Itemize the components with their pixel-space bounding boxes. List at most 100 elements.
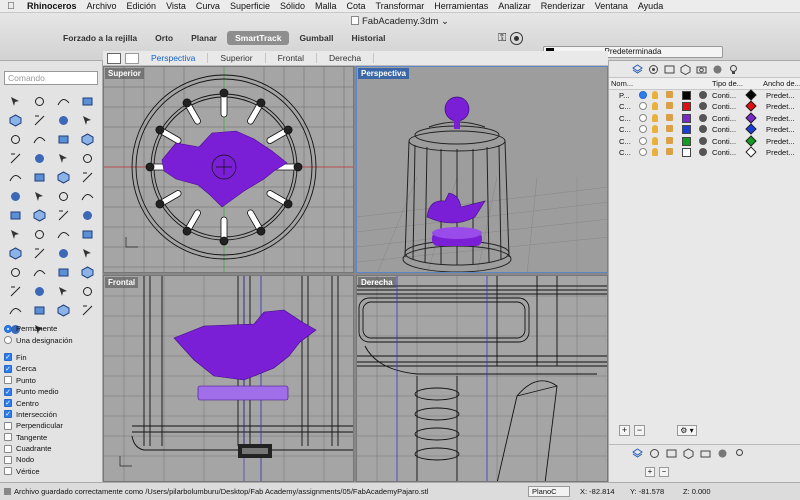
arc-icon[interactable]: [75, 111, 99, 130]
light-icon[interactable]: [75, 263, 99, 282]
analysis-icon[interactable]: [51, 263, 75, 282]
lock-icon[interactable]: [666, 147, 673, 155]
apple-icon[interactable]: : [0, 1, 22, 12]
gumball-toggle[interactable]: Gumball: [291, 31, 341, 45]
menu-superficie[interactable]: Superficie: [225, 1, 275, 11]
cylinder-icon[interactable]: [75, 168, 99, 187]
offset-icon[interactable]: [75, 130, 99, 149]
tab-frontal[interactable]: Frontal: [266, 53, 318, 63]
col-width[interactable]: Ancho de...: [763, 79, 800, 88]
record-icon[interactable]: [510, 32, 524, 45]
light-icon[interactable]: [727, 63, 739, 75]
box-icon[interactable]: [27, 168, 51, 187]
osnap-option[interactable]: ✓ Punto medio: [4, 386, 100, 397]
menu-ayuda[interactable]: Ayuda: [633, 1, 668, 11]
linetype-cell[interactable]: Conti...: [712, 102, 736, 111]
linetype-cell[interactable]: Conti...: [712, 114, 736, 123]
properties-icon[interactable]: [647, 63, 659, 75]
hatch-icon[interactable]: [27, 263, 51, 282]
print-width-cell[interactable]: Predet...: [766, 137, 795, 146]
cplane-select[interactable]: PlanoC: [528, 486, 570, 497]
layer-options-button[interactable]: ⚙ ▾: [677, 425, 697, 436]
paint-icon[interactable]: [51, 301, 75, 320]
panel-remove-button[interactable]: −: [659, 467, 669, 477]
linetype-cell[interactable]: Conti...: [712, 148, 736, 157]
move-icon[interactable]: [51, 206, 75, 225]
panel-add-button[interactable]: +: [645, 467, 655, 477]
visibility-bulb-icon[interactable]: [652, 136, 658, 145]
osnap-checkbox[interactable]: ✓: [4, 399, 12, 408]
layer-row[interactable]: C... Conti... Predet...: [609, 123, 800, 135]
visibility-bulb-icon[interactable]: [652, 102, 658, 111]
snap-grid-toggle[interactable]: Forzado a la rejilla: [55, 31, 145, 45]
visibility-bulb-icon[interactable]: [652, 125, 658, 134]
history-toggle[interactable]: Historial: [343, 31, 393, 45]
layer-color-swatch[interactable]: [682, 102, 691, 112]
print-color-swatch[interactable]: [745, 112, 757, 124]
menu-analizar[interactable]: Analizar: [493, 1, 536, 11]
visibility-bulb-icon[interactable]: [652, 91, 658, 99]
print-color-swatch[interactable]: [745, 89, 757, 101]
print-width-cell[interactable]: Predet...: [766, 125, 795, 134]
ungroup-icon[interactable]: [27, 244, 51, 263]
layer-color-swatch[interactable]: [682, 147, 691, 157]
layer-name[interactable]: C...: [619, 148, 631, 157]
layer-row[interactable]: C... Conti... Predet...: [609, 134, 800, 147]
menu-edicion[interactable]: Edición: [122, 1, 162, 11]
scale-icon[interactable]: [27, 225, 51, 244]
layer-color-swatch[interactable]: [682, 113, 691, 123]
select-arrow-icon[interactable]: [3, 92, 27, 111]
copy-icon[interactable]: [75, 206, 99, 225]
layer-color-swatch[interactable]: [682, 125, 691, 135]
lock-icon[interactable]: [666, 125, 673, 133]
display-icon[interactable]: [663, 63, 675, 75]
render-sphere-icon[interactable]: [716, 447, 728, 459]
layer-name[interactable]: P...: [619, 91, 629, 100]
curve-icon[interactable]: [51, 92, 75, 111]
osnap-checkbox[interactable]: [4, 455, 12, 464]
single-layout-icon[interactable]: [125, 52, 139, 64]
osnap-checkbox[interactable]: [4, 433, 12, 442]
boolean-union-icon[interactable]: [3, 187, 27, 206]
material-sphere-icon[interactable]: [699, 147, 707, 156]
osnap-checkbox[interactable]: [4, 376, 12, 385]
remove-layer-button[interactable]: −: [634, 425, 645, 436]
menu-renderizar[interactable]: Renderizar: [536, 1, 590, 11]
explode-icon[interactable]: [27, 206, 51, 225]
radio-una-designacion[interactable]: [4, 336, 12, 345]
visibility-bulb-icon[interactable]: [652, 113, 658, 122]
revolve-icon[interactable]: [27, 149, 51, 168]
light-icon[interactable]: [733, 447, 745, 459]
surface-icon[interactable]: [3, 168, 27, 187]
render-sphere-icon[interactable]: [711, 63, 723, 75]
chevron-down-icon[interactable]: ⌄: [441, 16, 449, 27]
layer-name[interactable]: C...: [619, 102, 631, 111]
linetype-cell[interactable]: Conti...: [712, 125, 736, 134]
add-layer-button[interactable]: +: [619, 425, 630, 436]
osnap-option[interactable]: Nodo: [4, 454, 100, 465]
text-icon[interactable]: [3, 263, 27, 282]
sweep-icon[interactable]: [75, 149, 99, 168]
linetype-cell[interactable]: Conti...: [712, 137, 736, 146]
camera-icon[interactable]: [699, 447, 711, 459]
layer-row[interactable]: C... Conti... Predet...: [609, 112, 800, 124]
current-layer-radio[interactable]: [639, 136, 647, 145]
hide-icon[interactable]: [27, 301, 51, 320]
current-layer-radio[interactable]: [639, 102, 647, 111]
current-layer-radio[interactable]: [639, 125, 647, 134]
lock-icon[interactable]: [666, 102, 673, 110]
fillet-icon[interactable]: [51, 130, 75, 149]
layer-icon[interactable]: [3, 282, 27, 301]
polygon-icon[interactable]: [27, 130, 51, 149]
visibility-bulb-icon[interactable]: [652, 147, 658, 156]
check-icon[interactable]: [51, 244, 75, 263]
print-color-swatch[interactable]: [745, 123, 757, 135]
viewport-superior[interactable]: Superior: [103, 66, 354, 273]
viewport-perspectiva[interactable]: Perspectiva: [356, 66, 608, 273]
material-icon[interactable]: [75, 282, 99, 301]
properties-icon[interactable]: [648, 447, 660, 459]
menu-archivo[interactable]: Archivo: [82, 1, 122, 11]
viewport-frontal[interactable]: Frontal: [103, 275, 354, 482]
layer-row[interactable]: P... Conti... Predet...: [609, 89, 800, 101]
material-sphere-icon[interactable]: [699, 102, 707, 111]
